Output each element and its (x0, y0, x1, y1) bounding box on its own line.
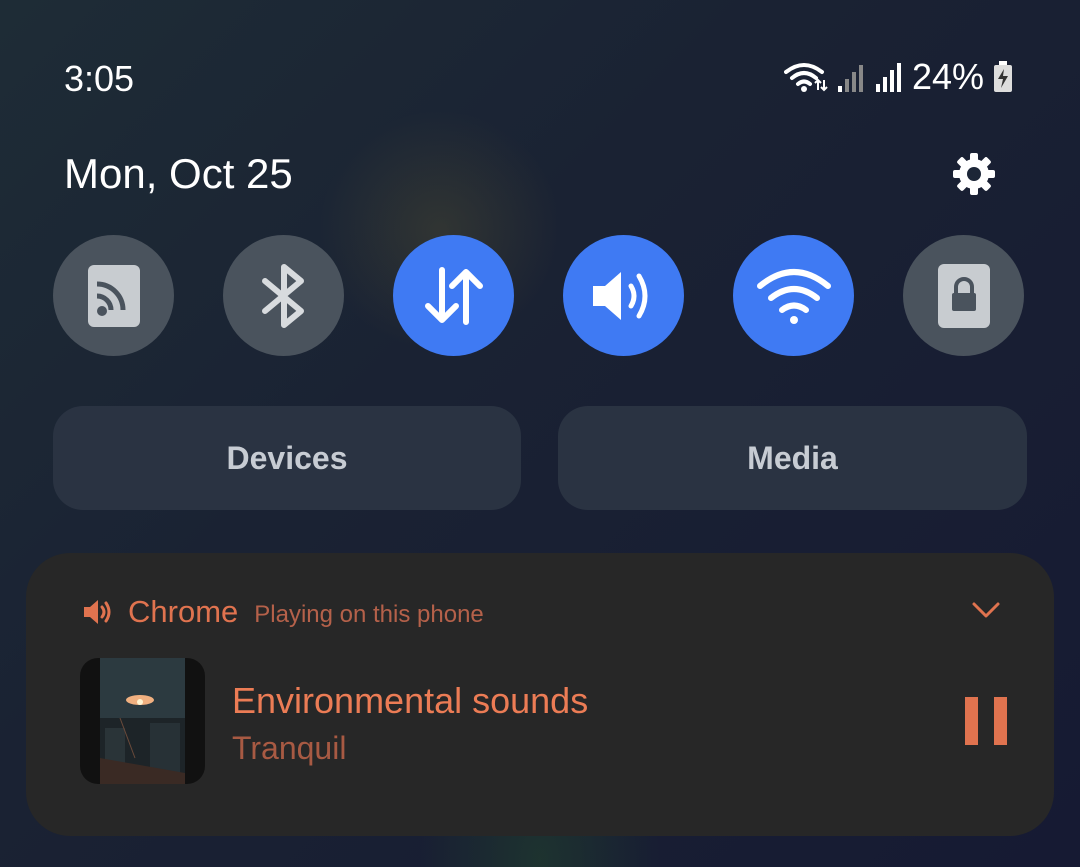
tile-secure-folder[interactable] (903, 235, 1024, 356)
battery-charging-icon (994, 61, 1012, 92)
wifi-status-icon (783, 63, 828, 92)
tile-mobile-data[interactable] (393, 235, 514, 356)
media-track-artist: Tranquil (232, 730, 347, 766)
battery-percent: 24% (911, 56, 984, 97)
speaker-icon (84, 600, 111, 624)
cast-icon (87, 264, 140, 327)
tile-bluetooth[interactable] (223, 235, 344, 356)
bluetooth-icon (261, 263, 304, 328)
status-icons: 24% (783, 56, 1014, 98)
status-time: 3:05 (64, 58, 135, 99)
wifi-icon (756, 268, 831, 324)
chevron-down-icon[interactable] (970, 600, 1002, 620)
date-label: Mon, Oct 25 (64, 150, 293, 197)
signal-icon (875, 63, 901, 92)
album-art[interactable] (80, 658, 205, 784)
media-playing-location: Playing on this phone (254, 601, 484, 628)
pause-icon[interactable] (962, 695, 1010, 747)
data-arrows-icon (424, 266, 483, 325)
devices-button[interactable]: Devices (53, 406, 521, 510)
signal-dim-icon (837, 65, 863, 92)
tile-sound[interactable] (563, 235, 684, 356)
album-art-image (100, 658, 185, 784)
tile-wifi[interactable] (733, 235, 854, 356)
lock-icon (937, 263, 990, 328)
media-app-name: Chrome (128, 594, 239, 629)
media-button[interactable]: Media (558, 406, 1027, 510)
media-track-title: Environmental sounds (232, 680, 589, 721)
media-app-row: Chrome Playing on this phone (82, 594, 484, 630)
settings-gear-icon[interactable] (950, 150, 998, 198)
tile-cast[interactable] (53, 235, 174, 356)
volume-icon (592, 271, 647, 320)
